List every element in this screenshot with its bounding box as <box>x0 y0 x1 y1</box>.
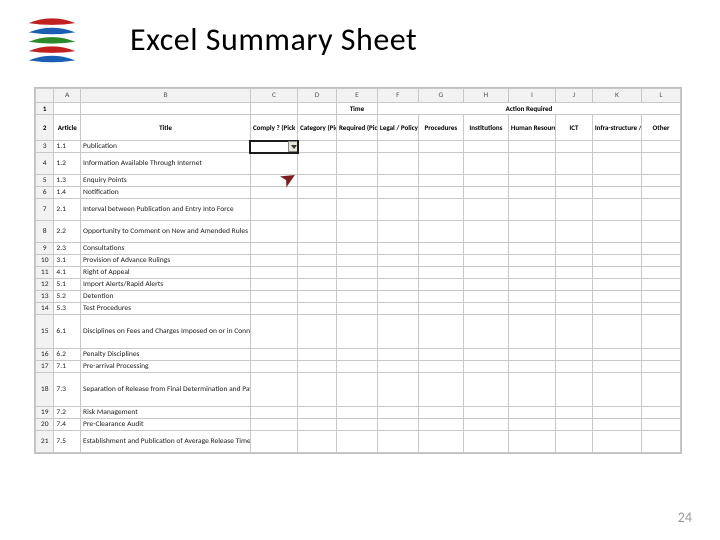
hdr-legal: Legal / Policy <box>377 115 418 141</box>
column-header-row: 2 Article Title Comply ? (Pick One) Cate… <box>36 115 681 141</box>
col-B[interactable]: B <box>81 89 251 103</box>
column-letters-row: A B C D E F G H I J K L <box>36 89 681 103</box>
table-row: 82.2Opportunity to Comment on New and Am… <box>36 221 681 243</box>
col-K[interactable]: K <box>592 89 641 103</box>
col-C[interactable]: C <box>250 89 297 103</box>
table-row: 135.2Detention <box>36 291 681 303</box>
slide-title: Excel Summary Sheet <box>130 20 690 59</box>
table-row: 92.3Consultations <box>36 243 681 255</box>
hdr-hr: Human Resources / Training <box>508 115 555 141</box>
hdr-category: Category (Pick One) <box>298 115 337 141</box>
hdr-infra: Infra-structure / Equipment <box>592 115 641 141</box>
hdr-required: Required (Pick One) <box>336 115 377 141</box>
group-time: Time <box>336 103 377 115</box>
col-J[interactable]: J <box>556 89 593 103</box>
hdr-article: Article <box>54 115 81 141</box>
group-action-required: Action Required <box>377 103 680 115</box>
hdr-other: Other <box>642 115 681 141</box>
table-row: 187.3Separation of Release from Final De… <box>36 373 681 407</box>
table-row: 125.1Import Alerts/Rapid Alerts <box>36 279 681 291</box>
col-I[interactable]: I <box>508 89 555 103</box>
dropdown-list[interactable]: Fully Substantially Partially No Not App… <box>250 152 297 153</box>
group-header-row: 1 Time Action Required <box>36 103 681 115</box>
table-row: 31.1Publication Fully Substantially Part… <box>36 141 681 153</box>
table-row: 72.1Interval between Publication and Ent… <box>36 199 681 221</box>
hdr-procedures: Procedures <box>418 115 463 141</box>
col-L[interactable]: L <box>642 89 681 103</box>
table-row: 114.1Right of Appeal <box>36 267 681 279</box>
spreadsheet: A B C D E F G H I J K L 1 Time Action Re… <box>34 87 682 454</box>
wto-logo <box>24 10 80 66</box>
col-E[interactable]: E <box>336 89 377 103</box>
hdr-comply: Comply ? (Pick One) <box>250 115 297 141</box>
page-number: 24 <box>678 509 692 526</box>
table-row: 51.3Enquiry Points <box>36 175 681 187</box>
col-D[interactable]: D <box>298 89 337 103</box>
active-cell-C3[interactable]: Fully Substantially Partially No Not App… <box>250 141 297 153</box>
hdr-title: Title <box>81 115 251 141</box>
table-row: 217.5Establishment and Publication of Av… <box>36 431 681 453</box>
dropdown-button[interactable] <box>288 141 298 152</box>
row-head-2[interactable]: 2 <box>36 115 54 141</box>
table-row: 156.1Disciplines on Fees and Charges Imp… <box>36 315 681 349</box>
table-row: 41.2Information Available Through Intern… <box>36 153 681 175</box>
table-row: 197.2Risk Management <box>36 407 681 419</box>
hdr-institutions: Institutions <box>463 115 508 141</box>
row-head-1[interactable]: 1 <box>36 103 54 115</box>
table-row: 207.4Pre-Clearance Audit <box>36 419 681 431</box>
table-row: 145.3Test Procedures <box>36 303 681 315</box>
table-row: 177.1Pre-arrival Processing <box>36 361 681 373</box>
col-F[interactable]: F <box>377 89 418 103</box>
hdr-ict: ICT <box>556 115 593 141</box>
col-A[interactable]: A <box>54 89 81 103</box>
col-H[interactable]: H <box>463 89 508 103</box>
table-row: 103.1Provision of Advance Rulings <box>36 255 681 267</box>
col-G[interactable]: G <box>418 89 463 103</box>
corner-cell <box>36 89 54 103</box>
table-row: 166.2Penalty Disciplines <box>36 349 681 361</box>
table-row: 61.4Notification <box>36 187 681 199</box>
